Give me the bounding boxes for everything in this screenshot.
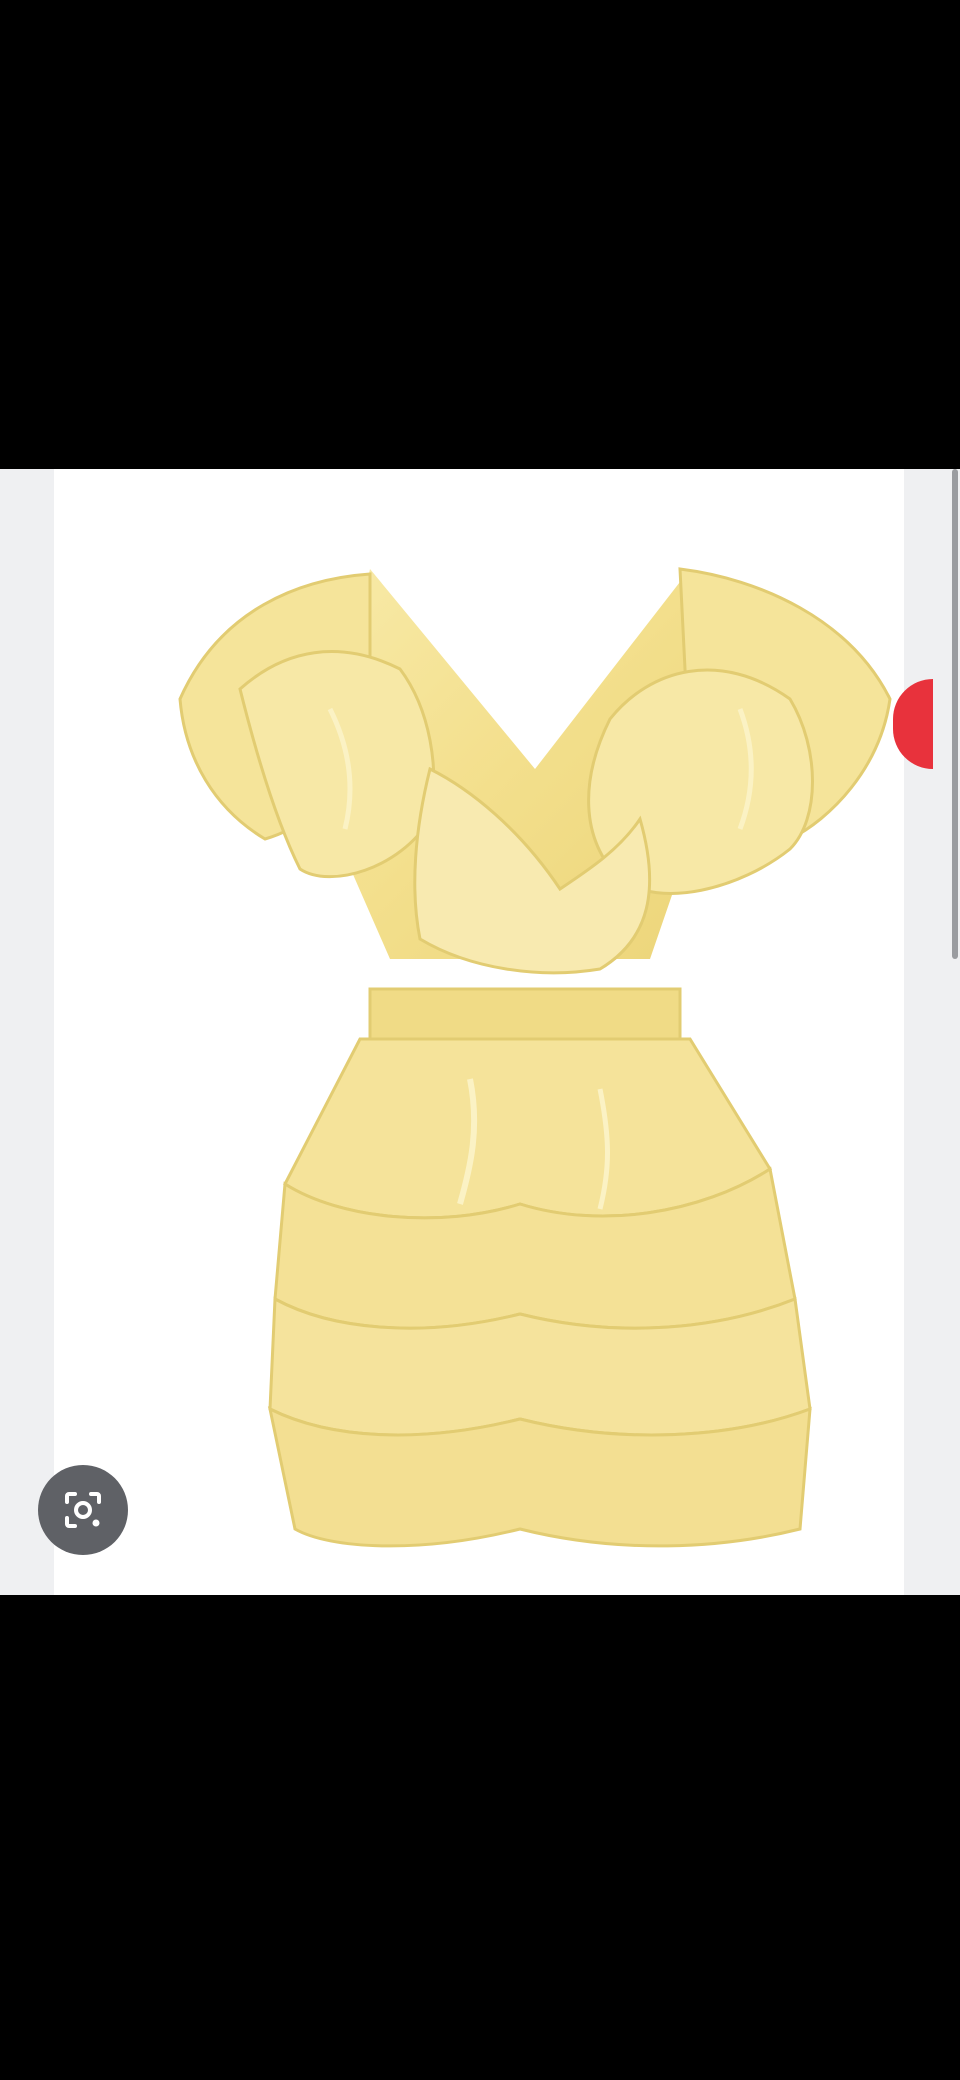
top-letterbox — [0, 0, 960, 469]
bottom-letterbox — [0, 1610, 960, 2080]
lens-search-icon — [65, 1492, 101, 1528]
image-viewer[interactable] — [0, 469, 960, 1595]
lens-search-button[interactable] — [38, 1465, 128, 1555]
yellow-dress-image — [178, 567, 892, 1548]
